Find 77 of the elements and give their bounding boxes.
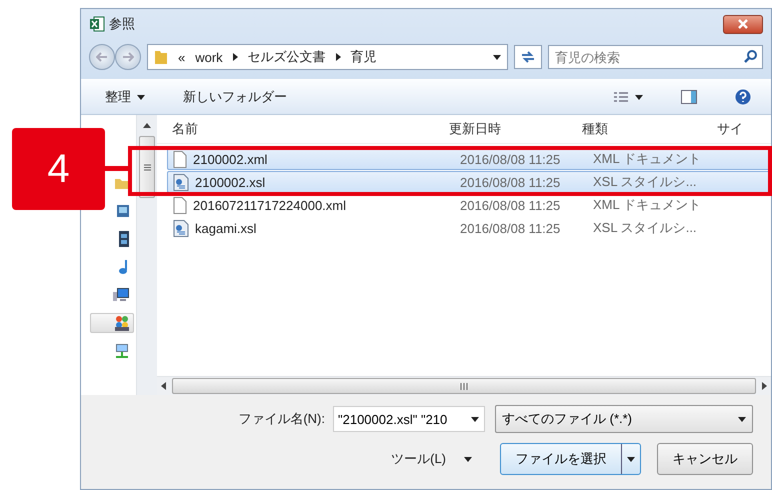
chevron-icon (232, 53, 238, 61)
scroll-right-icon (762, 382, 767, 390)
film-icon[interactable] (118, 231, 130, 247)
address-bar[interactable]: « work セルズ公文書 育児 (147, 44, 508, 70)
file-date: 2016/08/08 11:25 (460, 174, 562, 190)
close-icon (738, 19, 748, 29)
scroll-up-icon (143, 123, 151, 128)
computer-icon[interactable] (112, 287, 130, 303)
file-row[interactable]: 201607211717224000.xml 2016/08/08 11:25 XML ドキュメント (167, 194, 771, 216)
file-type: XML ドキュメント (593, 150, 702, 168)
grip-icon (460, 382, 468, 390)
caret-icon (137, 94, 145, 100)
file-date: 2016/08/08 11:25 (460, 152, 562, 166)
caret-icon (738, 416, 746, 422)
horizontal-scrollbar[interactable] (157, 376, 771, 395)
column-header[interactable]: 更新日時 (449, 120, 582, 138)
grip-icon (144, 164, 150, 170)
music-note-icon[interactable] (118, 259, 130, 275)
network-icon[interactable] (114, 343, 130, 359)
column-header[interactable]: サイ (717, 120, 743, 138)
homegroup-icon[interactable] (115, 315, 129, 331)
document-icon (173, 196, 187, 214)
caret-icon (627, 456, 635, 462)
select-file-button[interactable]: ファイルを選択 (500, 443, 641, 475)
file-name-field[interactable]: "2100002.xsl" "210 (333, 406, 485, 432)
step-number-badge: 4 (12, 128, 105, 210)
back-arrow-icon (96, 52, 108, 62)
help-icon (735, 89, 751, 105)
chevron-icon (336, 53, 341, 61)
file-name: 2100002.xml (193, 152, 268, 166)
refresh-icon (521, 51, 535, 63)
tools-button[interactable]: ツール(L) (385, 449, 478, 469)
file-name: 2100002.xsl (195, 174, 266, 190)
search-icon (744, 50, 757, 63)
folder-icon[interactable] (114, 176, 130, 190)
overflow-chevron[interactable]: « (178, 50, 186, 64)
new-folder-button[interactable]: 新しいフォルダー (179, 86, 291, 108)
breadcrumb-item[interactable]: セルズ公文書 (248, 48, 326, 66)
column-header[interactable]: 名前 (157, 120, 449, 138)
organize-button[interactable]: 整理 (101, 86, 149, 108)
file-type-dropdown[interactable]: すべてのファイル (*.*) (495, 405, 753, 433)
picture-icon[interactable] (116, 204, 130, 218)
file-name: 201607211717224000.xml (193, 198, 346, 212)
close-button[interactable] (723, 14, 763, 34)
list-view-icon (613, 91, 629, 103)
nav-item[interactable] (90, 313, 134, 333)
file-name: kagami.xsl (195, 220, 256, 236)
file-row[interactable]: 2100002.xml 2016/08/08 11:25 XML ドキュメント (167, 148, 771, 170)
caret-icon (635, 94, 643, 100)
document-icon (173, 150, 187, 168)
refresh-button[interactable] (514, 45, 542, 69)
window-title: 参照 (109, 15, 135, 33)
file-type: XSL スタイルシ... (593, 219, 698, 237)
search-field[interactable]: 育児の検索 (548, 45, 763, 69)
file-date: 2016/08/08 11:25 (460, 198, 562, 212)
file-type: XSL スタイルシ... (593, 173, 698, 191)
preview-pane-icon (681, 90, 697, 104)
caret-icon (464, 456, 472, 462)
breadcrumb-item[interactable]: work (195, 50, 223, 64)
file-name-label: ファイル名(N): (238, 410, 325, 428)
cancel-button[interactable]: キャンセル (657, 443, 753, 475)
caret-icon (493, 54, 501, 60)
vertical-scrollbar[interactable] (136, 115, 157, 395)
folder-icon (154, 49, 168, 65)
scrollbar-thumb[interactable] (172, 378, 756, 394)
breadcrumb-item[interactable]: 育児 (350, 48, 377, 66)
stylesheet-document-icon (173, 174, 189, 190)
scroll-left-icon (161, 382, 166, 390)
spreadsheet-app-icon (89, 16, 105, 32)
column-header[interactable]: 種類 (582, 120, 717, 138)
caret-icon (471, 417, 479, 422)
stylesheet-document-icon (173, 220, 189, 236)
file-row[interactable]: kagami.xsl 2016/08/08 11:25 XSL スタイルシ... (167, 217, 771, 239)
file-date: 2016/08/08 11:25 (460, 220, 562, 236)
forward-arrow-icon (122, 52, 134, 62)
file-row[interactable]: 2100002.xsl 2016/08/08 11:25 XSL スタイルシ... (167, 171, 771, 193)
file-type: XML ドキュメント (593, 196, 702, 214)
